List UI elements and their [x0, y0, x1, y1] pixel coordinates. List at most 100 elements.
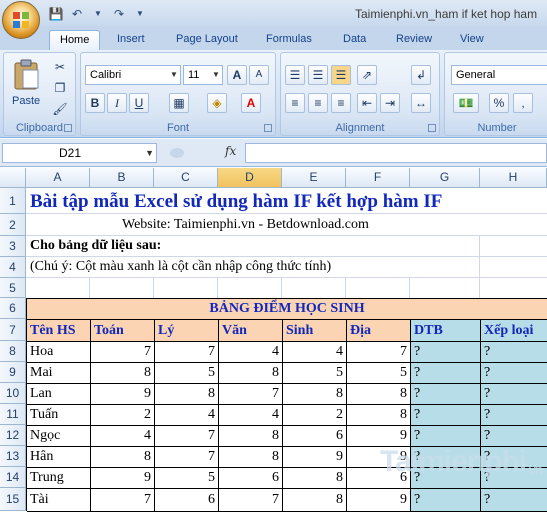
- save-icon[interactable]: 💾: [48, 6, 64, 22]
- clipboard-launcher-icon[interactable]: [64, 124, 72, 132]
- redo-icon[interactable]: ↷: [111, 6, 127, 22]
- decrease-indent-icon[interactable]: ⇤: [357, 93, 377, 113]
- font-launcher-icon[interactable]: [264, 124, 272, 132]
- table-cell-biology[interactable]: 6: [283, 426, 347, 447]
- row-header-10[interactable]: 10: [0, 383, 26, 404]
- table-cell-physics[interactable]: 6: [155, 489, 219, 512]
- table-cell-math[interactable]: 2: [91, 405, 155, 426]
- column-header-h[interactable]: H: [480, 168, 547, 188]
- row-header-13[interactable]: 13: [0, 446, 26, 467]
- table-cell-physics[interactable]: 4: [155, 405, 219, 426]
- table-cell-biology[interactable]: 4: [283, 342, 347, 363]
- font-size-combo[interactable]: 11 ▼: [183, 65, 223, 85]
- column-header-g[interactable]: G: [410, 168, 480, 188]
- table-cell-math[interactable]: 9: [91, 384, 155, 405]
- table-cell-rank[interactable]: ?: [481, 342, 547, 363]
- table-cell-name[interactable]: Trung: [27, 468, 91, 489]
- sheet-title[interactable]: Bài tập mẫu Excel sử dụng hàm IF kết hợp…: [30, 191, 442, 213]
- table-cell-average[interactable]: ?: [411, 426, 481, 447]
- table-cell-literature[interactable]: 8: [219, 426, 283, 447]
- table-cell-physics[interactable]: 5: [155, 468, 219, 489]
- row-header-4[interactable]: 4: [0, 257, 26, 278]
- column-header-e[interactable]: E: [282, 168, 346, 188]
- dropdown-icon[interactable]: ▼: [90, 6, 106, 22]
- tab-review[interactable]: Review: [386, 30, 442, 50]
- table-cell-biology[interactable]: 8: [283, 489, 347, 512]
- undo-icon[interactable]: ↶: [69, 6, 85, 22]
- table-cell-geography[interactable]: 9: [347, 426, 411, 447]
- align-right-icon[interactable]: ≡: [331, 93, 351, 113]
- table-cell-name[interactable]: Ngọc: [27, 426, 91, 447]
- row-header-7[interactable]: 7: [0, 319, 26, 341]
- table-cell-geography[interactable]: 9: [347, 489, 411, 512]
- table-cell-biology[interactable]: 9: [283, 447, 347, 468]
- table-cell-math[interactable]: 8: [91, 447, 155, 468]
- name-box-handle[interactable]: [170, 148, 184, 158]
- row-header-8[interactable]: 8: [0, 341, 26, 362]
- column-header-b[interactable]: B: [90, 168, 154, 188]
- table-cell-physics[interactable]: 5: [155, 363, 219, 384]
- font-color-icon[interactable]: A: [241, 93, 261, 113]
- select-all-corner[interactable]: [0, 168, 26, 188]
- align-bottom-icon[interactable]: ☰: [331, 65, 351, 85]
- column-header-a[interactable]: A: [26, 168, 90, 188]
- underline-button[interactable]: U: [129, 93, 149, 113]
- table-cell-rank[interactable]: ?: [481, 426, 547, 447]
- table-cell-literature[interactable]: 4: [219, 342, 283, 363]
- customize-qat-icon[interactable]: ▼: [132, 6, 148, 22]
- office-button[interactable]: [2, 1, 40, 39]
- note-text[interactable]: (Chú ý: Cột màu xanh là cột cần nhập côn…: [30, 259, 331, 275]
- table-cell-average[interactable]: ?: [411, 342, 481, 363]
- table-cell-geography[interactable]: 8: [347, 405, 411, 426]
- table-cell-rank[interactable]: ?: [481, 405, 547, 426]
- paste-button[interactable]: [12, 59, 42, 95]
- header-cell-average[interactable]: DTB: [411, 320, 481, 342]
- merge-center-icon[interactable]: ↔: [411, 93, 431, 113]
- table-title[interactable]: BẢNG ĐIỂM HỌC SINH: [27, 299, 547, 320]
- wrap-text-icon[interactable]: ↲: [411, 65, 431, 85]
- table-cell-average[interactable]: ?: [411, 384, 481, 405]
- tab-data[interactable]: Data: [333, 30, 376, 50]
- table-cell-name[interactable]: Mai: [27, 363, 91, 384]
- align-middle-icon[interactable]: ☰: [308, 65, 328, 85]
- row-header-12[interactable]: 12: [0, 425, 26, 446]
- table-cell-math[interactable]: 4: [91, 426, 155, 447]
- header-cell-name[interactable]: Tên HS: [27, 320, 91, 342]
- row-header-9[interactable]: 9: [0, 362, 26, 383]
- row-header-2[interactable]: 2: [0, 214, 26, 236]
- row-header-1[interactable]: 1: [0, 188, 26, 214]
- header-cell-geography[interactable]: Địa: [347, 320, 411, 342]
- table-cell-average[interactable]: ?: [411, 363, 481, 384]
- table-cell-literature[interactable]: 6: [219, 468, 283, 489]
- tab-insert[interactable]: Insert: [107, 30, 155, 50]
- table-cell-literature[interactable]: 8: [219, 447, 283, 468]
- table-cell-average[interactable]: ?: [411, 489, 481, 512]
- grow-font-button[interactable]: A: [227, 65, 247, 85]
- table-cell-math[interactable]: 7: [91, 489, 155, 512]
- format-painter-icon[interactable]: 🖌: [50, 99, 70, 119]
- column-header-c[interactable]: C: [154, 168, 218, 188]
- table-cell-literature[interactable]: 7: [219, 489, 283, 512]
- table-cell-average[interactable]: ?: [411, 405, 481, 426]
- header-cell-literature[interactable]: Văn: [219, 320, 283, 342]
- formula-input[interactable]: [245, 143, 547, 163]
- column-header-f[interactable]: F: [346, 168, 410, 188]
- row-header-14[interactable]: 14: [0, 467, 26, 488]
- row-header-5[interactable]: 5: [0, 278, 26, 298]
- table-cell-biology[interactable]: 8: [283, 384, 347, 405]
- worksheet-grid[interactable]: A B C D E F G H 1 2 3 4 5 6 7 8 9 10 11 …: [0, 168, 547, 512]
- table-cell-biology[interactable]: 2: [283, 405, 347, 426]
- borders-icon[interactable]: ▦: [169, 93, 189, 113]
- intro-text[interactable]: Cho bảng dữ liệu sau:: [30, 238, 161, 254]
- copy-icon[interactable]: ❐: [50, 78, 70, 98]
- header-cell-math[interactable]: Toán: [91, 320, 155, 342]
- increase-indent-icon[interactable]: ⇥: [380, 93, 400, 113]
- orientation-icon[interactable]: ⇗: [357, 65, 377, 85]
- table-cell-rank[interactable]: ?: [481, 384, 547, 405]
- table-cell-biology[interactable]: 8: [283, 468, 347, 489]
- table-cell-geography[interactable]: 5: [347, 363, 411, 384]
- table-cell-physics[interactable]: 7: [155, 447, 219, 468]
- align-top-icon[interactable]: ☰: [285, 65, 305, 85]
- percent-button[interactable]: %: [489, 93, 509, 113]
- tab-formulas[interactable]: Formulas: [256, 30, 322, 50]
